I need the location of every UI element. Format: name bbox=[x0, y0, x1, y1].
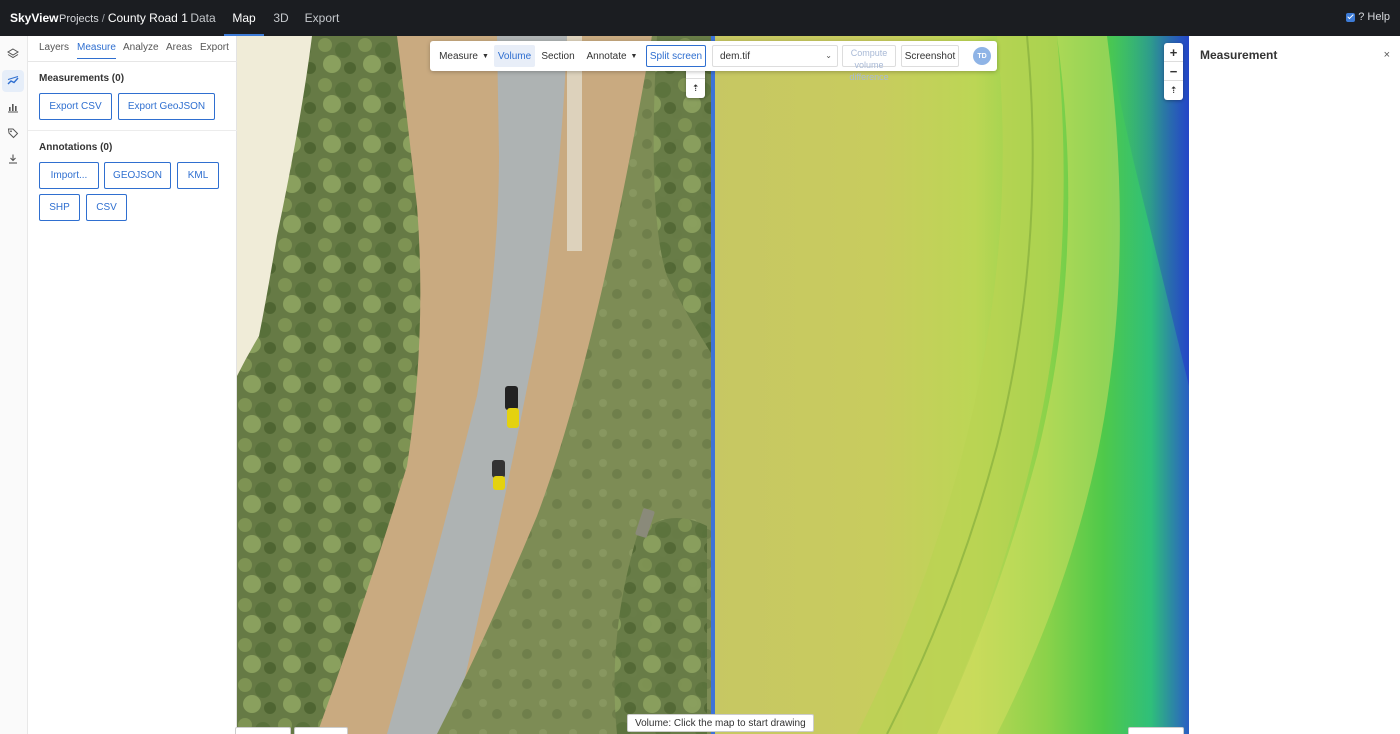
map-toolbar: Measure ▼ Volume Section Annotate ▼ Split … bbox=[430, 41, 997, 82]
drawing-status-tooltip: Volume: Click the map to start drawing bbox=[627, 714, 814, 732]
measurement-panel: Measurement × bbox=[1189, 36, 1400, 734]
chart-icon[interactable] bbox=[2, 96, 24, 118]
help-label: ? Help bbox=[1358, 11, 1390, 23]
tag-icon[interactable] bbox=[2, 122, 24, 144]
layer-select-value: dem.tif bbox=[720, 50, 751, 62]
brand-logo[interactable]: SkyView bbox=[10, 11, 58, 25]
layers-icon[interactable] bbox=[2, 43, 24, 65]
export-geojson-button[interactable]: Export GeoJSON bbox=[118, 93, 215, 120]
map-imagery[interactable] bbox=[237, 36, 1189, 734]
measurements-title: Measurements (0) bbox=[39, 73, 125, 84]
breadcrumb-current-project: County Road 1 bbox=[107, 11, 188, 25]
map-scale-control[interactable] bbox=[235, 727, 291, 734]
panel-tabs: Layers Measure Analyze Areas Export bbox=[28, 36, 237, 62]
caret-down-icon: ▼ bbox=[481, 52, 489, 60]
split-screen-button[interactable]: Split screen bbox=[646, 45, 706, 67]
annotate-dropdown[interactable]: Annotate ▼ bbox=[582, 45, 642, 67]
map-zoom-control: + − ⇡ bbox=[1164, 43, 1183, 100]
breadcrumb-projects[interactable]: Projects bbox=[59, 13, 99, 25]
nav-tab-export[interactable]: Export bbox=[300, 0, 344, 36]
zoom-out-button[interactable]: − bbox=[1164, 62, 1183, 81]
tab-analyze[interactable]: Analyze bbox=[123, 42, 159, 53]
kml-button[interactable]: KML bbox=[177, 162, 219, 189]
breadcrumb: Projects / County Road 1 bbox=[59, 11, 188, 25]
tab-export[interactable]: Export bbox=[200, 42, 229, 53]
user-avatar[interactable]: TD bbox=[973, 47, 991, 65]
measure-dropdown[interactable]: Measure ▼ bbox=[436, 45, 492, 67]
caret-down-icon: ▼ bbox=[630, 52, 638, 60]
import-button[interactable]: Import... bbox=[39, 162, 99, 189]
icon-rail bbox=[0, 36, 28, 734]
zoom-in-button[interactable]: + bbox=[1164, 43, 1183, 62]
section-tool-button[interactable]: Section bbox=[538, 45, 578, 67]
geojson-button[interactable]: GEOJSON bbox=[104, 162, 171, 189]
tab-areas[interactable]: Areas bbox=[166, 42, 192, 53]
help-toggle[interactable]: ? Help bbox=[1346, 11, 1390, 23]
map-view[interactable]: − ⇡ bbox=[237, 36, 1189, 734]
help-checkbox[interactable] bbox=[1346, 12, 1356, 22]
download-icon[interactable] bbox=[2, 148, 24, 170]
layer-select[interactable]: dem.tif ⌄ bbox=[712, 45, 838, 67]
section-divider bbox=[28, 130, 237, 131]
nav-tab-data[interactable]: Data bbox=[184, 0, 222, 36]
nav-tab-map[interactable]: Map bbox=[224, 0, 264, 36]
shp-button[interactable]: SHP bbox=[39, 194, 80, 221]
measure-panel: Layers Measure Analyze Areas Export Meas… bbox=[28, 36, 237, 734]
measurement-panel-title: Measurement bbox=[1200, 48, 1278, 62]
tab-measure[interactable]: Measure bbox=[77, 42, 116, 59]
csv-button[interactable]: CSV bbox=[86, 194, 127, 221]
measure-dropdown-label: Measure bbox=[439, 50, 478, 62]
volume-tool-button[interactable]: Volume bbox=[494, 45, 535, 67]
top-bar: SkyView Projects / County Road 1 Data Map … bbox=[0, 0, 1400, 36]
select-chevron-icon: ⌄ bbox=[825, 51, 832, 60]
right-map-scale-control[interactable] bbox=[1128, 727, 1184, 734]
map-attribution-control[interactable] bbox=[294, 727, 348, 734]
compute-volume-difference-button[interactable]: Compute volume difference bbox=[842, 45, 896, 82]
breadcrumb-separator: / bbox=[101, 13, 105, 25]
reset-north-button[interactable]: ⇡ bbox=[1164, 81, 1183, 100]
measure-icon[interactable] bbox=[2, 70, 24, 92]
left-reset-north-button[interactable]: ⇡ bbox=[686, 79, 705, 98]
screenshot-button[interactable]: Screenshot bbox=[901, 45, 959, 67]
export-csv-button[interactable]: Export CSV bbox=[39, 93, 112, 120]
annotations-title: Annotations (0) bbox=[39, 142, 113, 153]
nav-tab-3d[interactable]: 3D bbox=[266, 0, 296, 36]
close-icon[interactable]: × bbox=[1384, 49, 1390, 61]
tab-layers[interactable]: Layers bbox=[39, 42, 69, 53]
annotate-dropdown-label: Annotate bbox=[586, 50, 627, 62]
